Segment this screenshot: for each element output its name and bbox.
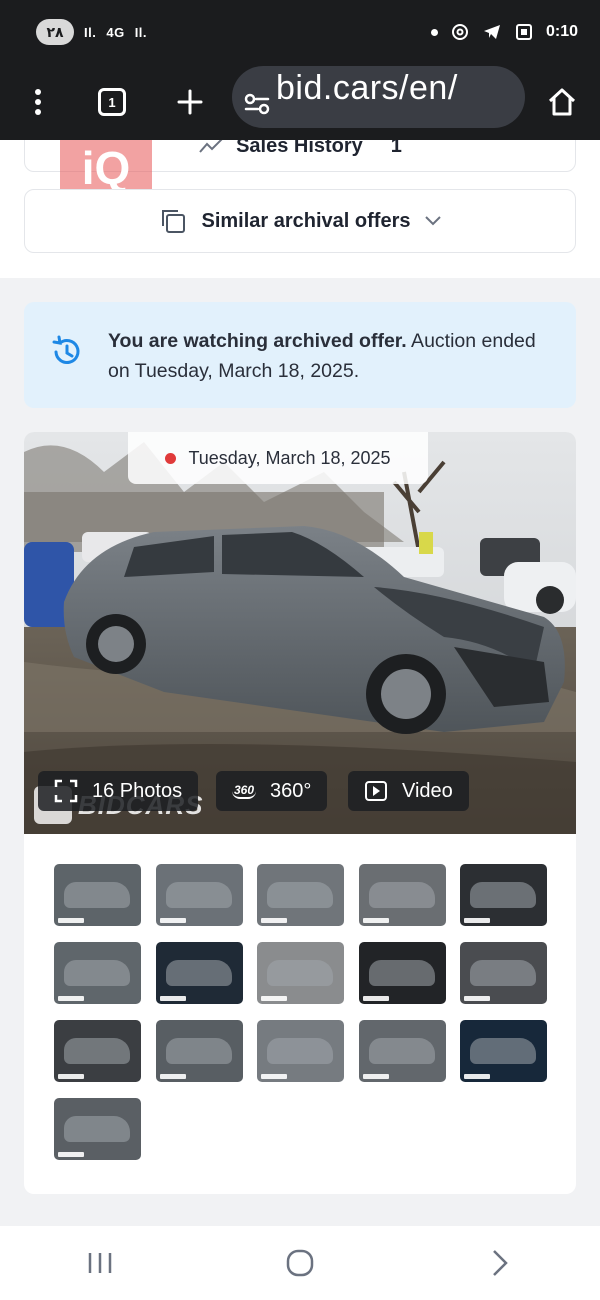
similar-offers-label: Similar archival offers [201,209,411,232]
history-icon [52,335,80,364]
notice-bold: You are watching archived offer. [108,330,407,352]
fullscreen-icon [54,779,78,803]
telegram-icon [483,25,500,39]
status-bar: ٢٨ Il. 4G Il. 0:10 [0,0,600,64]
thumbnail-watermark [58,918,84,923]
view-360-icon: 360 [232,783,257,799]
thumbnail-watermark [159,1074,186,1079]
sales-history-count: 1 [390,140,402,157]
view-360-button[interactable]: 360 360° [216,771,328,811]
thumb-rear-left[interactable] [257,864,344,926]
url-bar[interactable]: bid.cars/en/ [232,66,525,128]
thumbnail-image [64,882,130,908]
thumbnail-image [470,882,536,908]
photos-button[interactable]: 16 Photos [38,771,199,811]
screen-capture-icon [515,24,532,40]
thumbnail-watermark [58,1152,84,1157]
back-icon[interactable] [470,1238,530,1288]
thumbnail-watermark [464,918,490,923]
copy-icon [161,210,185,233]
thumbnail-watermark [261,1074,287,1079]
thumb-front-damage[interactable] [54,942,141,1004]
thumb-rear-view[interactable] [358,1020,446,1082]
new-tab-icon[interactable] [166,78,214,126]
thumb-front-view[interactable] [155,1020,243,1082]
thumbnail-watermark [362,1074,389,1079]
menu-icon[interactable] [14,78,62,126]
url-text: bid.cars/en/ [276,68,458,107]
video-label: Video [402,779,453,802]
thumb-instrument-cluster[interactable] [155,942,243,1004]
thumbnail-watermark [58,996,84,1001]
thumbnail-watermark [261,918,287,923]
auction-date-badge: Tuesday, March 18, 2025 [128,432,428,484]
system-nav-bar [0,1226,600,1300]
thumbnail-watermark [159,918,186,923]
auction-date: Tuesday, March 18, 2025 [188,447,391,468]
chevron-down-icon [425,216,442,226]
notification-badge: ٢٨ [36,19,74,45]
thumbnail-image [64,1038,130,1064]
thumbnail-watermark [58,1074,84,1079]
thumbnail-image [165,882,232,908]
thumbnail-image [470,960,536,986]
network-type: 4G [106,24,125,40]
thumbnail-watermark [464,1074,490,1079]
thumbnail-image [368,882,435,908]
home-circle-icon[interactable] [270,1238,330,1288]
thumbnail-watermark [261,996,287,1001]
thumbnail-watermark [362,996,389,1001]
page-content: Sales History 1 iQ Similar archival offe… [0,140,600,1226]
thumb-stock-sticker[interactable] [460,942,547,1004]
thumbnail-image [368,1038,435,1064]
thumb-front-left[interactable] [54,864,141,926]
sales-history-label: Sales History [236,140,363,157]
thumb-odometer[interactable] [460,1020,547,1082]
thumbnail-image [368,960,435,986]
thumbnail-image [470,1038,536,1064]
site-settings-icon[interactable] [244,92,270,116]
thumbnail-image [267,1038,333,1064]
play-icon [365,781,387,801]
thumb-left-side[interactable] [155,864,243,926]
thumb-side-view[interactable] [257,1020,344,1082]
signal-strength-2: Il. [134,24,148,40]
thumbnail-watermark [464,996,490,1001]
recents-icon[interactable] [70,1238,130,1288]
tab-count: 1 [108,94,116,110]
tabs-icon: 1 [98,88,126,116]
archived-notice: You are watching archived offer. Auction… [24,302,576,408]
view-360-label: 360° [270,779,312,802]
similar-offers-card[interactable]: Similar archival offers [24,189,576,253]
notice-text: You are watching archived offer. Auction… [108,326,556,386]
live-dot-icon [165,452,177,464]
main-photo[interactable]: Tuesday, March 18, 2025 BIDCARS 16 Photo… [24,432,576,834]
thumbnail-image [64,960,130,986]
photos-label: 16 Photos [92,779,183,802]
thumbnail-image [64,1116,130,1142]
thumbnail-image [267,882,333,908]
clock: 0:10 [545,23,578,40]
thumbnail-image [165,960,232,986]
tabs-button[interactable]: 1 [88,78,136,126]
video-button[interactable]: Video [348,771,469,811]
home-icon[interactable] [538,78,586,126]
thumb-vin-label[interactable] [358,942,446,1004]
gallery-card: Tuesday, March 18, 2025 BIDCARS 16 Photo… [24,432,576,1194]
thumb-interior-dash[interactable] [460,864,547,926]
thumbnail-watermark [362,918,389,923]
thumb-rear-close[interactable] [54,1098,141,1160]
thumbnail-image [267,960,333,986]
chart-icon [199,140,223,153]
thumb-rear-right[interactable] [358,864,446,926]
dot-icon [430,28,438,36]
signal-strength-1: Il. [84,24,97,40]
thumb-rear-seat[interactable] [257,942,344,1004]
thumbnail-watermark [159,996,186,1001]
thumb-wheel[interactable] [54,1020,141,1082]
thumbnail-image [165,1038,232,1064]
threads-icon [451,24,468,40]
